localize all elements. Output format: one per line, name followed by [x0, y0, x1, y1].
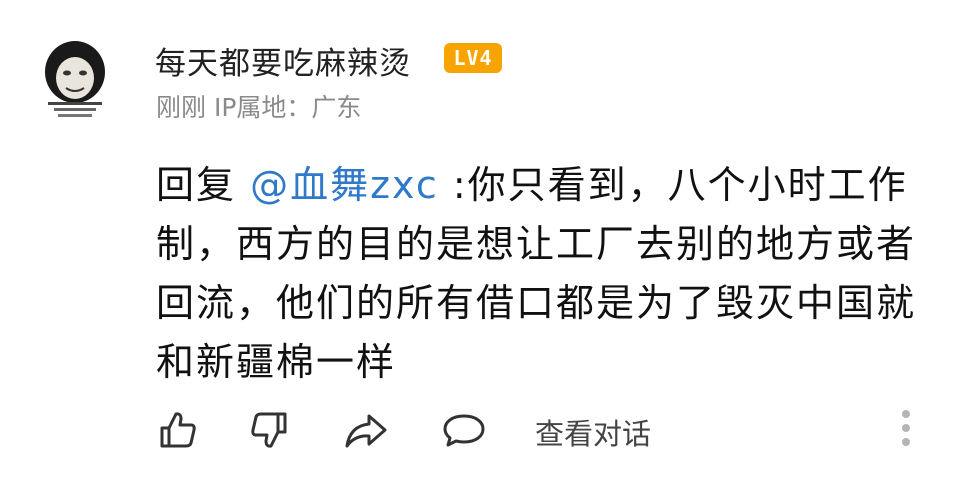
username[interactable]: 每天都要吃麻辣烫	[155, 38, 411, 83]
action-bar: 查看对话	[150, 400, 930, 464]
reply-prefix: 回复	[156, 163, 251, 207]
mention-link[interactable]: @血舞zxc	[250, 163, 439, 207]
thumbs-down-icon	[251, 412, 287, 448]
dot-icon	[902, 438, 910, 446]
comment-button[interactable]	[440, 406, 488, 454]
meme-face-icon	[45, 41, 105, 117]
share-button[interactable]	[342, 406, 390, 454]
more-options-button[interactable]	[898, 410, 914, 454]
level-badge: LV4	[444, 43, 502, 73]
comment-body: 回复 @血舞zxc :你只看到，八个小时工作制，西方的目的是想让工厂去别的地方或…	[156, 156, 926, 392]
dot-icon	[902, 424, 910, 432]
like-button[interactable]	[154, 406, 202, 454]
view-conversation-link[interactable]: 查看对话	[535, 411, 651, 453]
thumbs-up-icon	[160, 412, 196, 448]
dot-icon	[902, 410, 910, 418]
post-meta: 刚刚 IP属地：广东	[156, 93, 362, 122]
speech-bubble-icon	[443, 414, 485, 447]
share-arrow-icon	[345, 414, 387, 448]
avatar[interactable]	[40, 38, 110, 122]
dislike-button[interactable]	[245, 406, 293, 454]
